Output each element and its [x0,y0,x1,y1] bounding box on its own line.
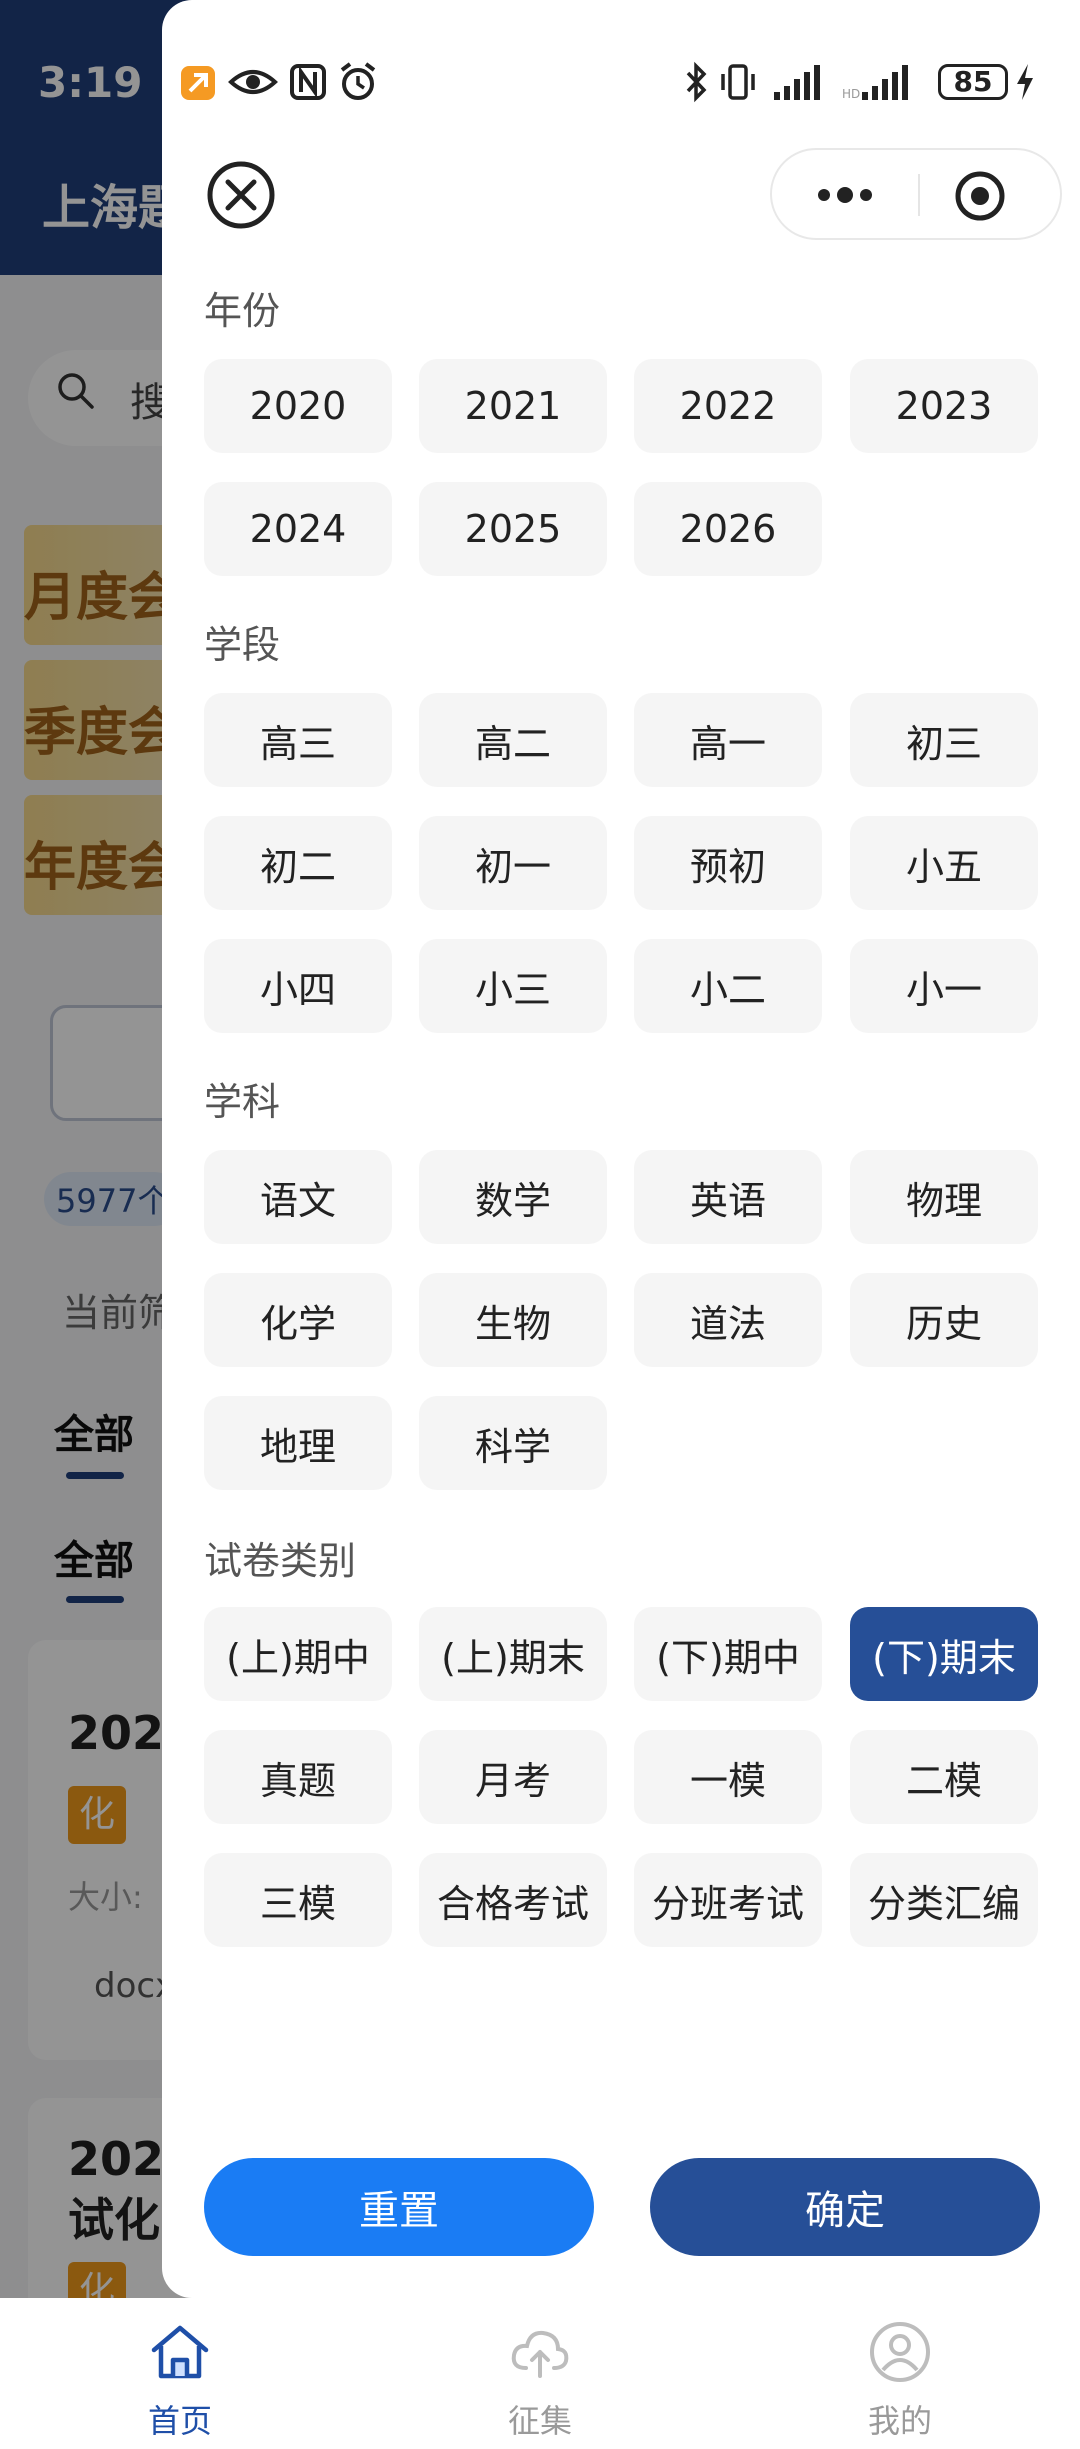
chip-type-mock-3[interactable]: 三模 [204,1853,392,1947]
nav-home[interactable]: 首页 [80,2298,280,2449]
nav-mine-label: 我的 [867,2402,932,2440]
chip-subject-english[interactable]: 英语 [634,1150,822,1244]
chip-grade-junior-1[interactable]: 初一 [419,816,607,910]
nav-mine[interactable]: 我的 [800,2298,1000,2449]
vibrate-icon [721,64,755,100]
svg-text:HD: HD [842,87,860,101]
eye-icon [228,70,278,94]
chip-year-2025[interactable]: 2025 [419,482,607,576]
chip-type-placement[interactable]: 分班考试 [634,1853,822,1947]
signal-icon [774,65,820,100]
reset-button[interactable]: 重置 [204,2158,594,2256]
chip-subject-ethics[interactable]: 道法 [634,1273,822,1367]
upload-cloud-icon [511,2330,569,2378]
app-notification-icon [181,66,215,100]
battery-indicator: 85 [938,64,1008,100]
nav-home-label: 首页 [147,2402,212,2440]
chip-year-2020[interactable]: 2020 [204,359,392,453]
bluetooth-icon [686,61,707,103]
chip-subject-science[interactable]: 科学 [419,1396,607,1490]
section-title-subject: 学科 [204,1080,281,1124]
target-icon[interactable] [954,170,1006,222]
nav-collect-label: 征集 [507,2402,572,2440]
chip-type-second-final[interactable]: (下)期末 [850,1607,1038,1701]
more-dots-icon[interactable] [810,172,880,218]
charging-icon [1017,64,1033,100]
capsule-divider [918,174,920,216]
filter-drawer: HD 85 年份 2020 2021 2022 2023 2024 2025 2… [162,0,1080,2298]
close-icon[interactable] [206,160,276,230]
chip-grade-senior-3[interactable]: 高三 [204,693,392,787]
chip-type-qualification[interactable]: 合格考试 [419,1853,607,1947]
chip-type-first-final[interactable]: (上)期末 [419,1607,607,1701]
nav-collect[interactable]: 征集 [440,2298,640,2449]
status-bar: HD 85 [162,60,1062,110]
chip-subject-geography[interactable]: 地理 [204,1396,392,1490]
chip-year-2023[interactable]: 2023 [850,359,1038,453]
user-icon [870,2322,930,2382]
confirm-button[interactable]: 确定 [650,2158,1040,2256]
section-title-grade: 学段 [204,623,281,667]
signal-2-icon: HD [842,65,908,101]
chip-grade-junior-2[interactable]: 初二 [204,816,392,910]
chip-year-2021[interactable]: 2021 [419,359,607,453]
chip-type-first-midterm[interactable]: (上)期中 [204,1607,392,1701]
chip-subject-physics[interactable]: 物理 [850,1150,1038,1244]
chip-grade-pre-junior[interactable]: 预初 [634,816,822,910]
home-icon [151,2325,209,2379]
alarm-icon [340,62,376,100]
chip-type-real-exam[interactable]: 真题 [204,1730,392,1824]
chip-year-2026[interactable]: 2026 [634,482,822,576]
chip-subject-biology[interactable]: 生物 [419,1273,607,1367]
chip-year-2022[interactable]: 2022 [634,359,822,453]
chip-type-mock-2[interactable]: 二模 [850,1730,1038,1824]
chip-grade-junior-3[interactable]: 初三 [850,693,1038,787]
chip-type-mock-1[interactable]: 一模 [634,1730,822,1824]
section-title-paper-type: 试卷类别 [204,1539,357,1583]
mini-program-capsule [770,148,1062,240]
chip-grade-primary-3[interactable]: 小三 [419,939,607,1033]
chip-subject-chemistry[interactable]: 化学 [204,1273,392,1367]
chip-subject-history[interactable]: 历史 [850,1273,1038,1367]
chip-type-second-midterm[interactable]: (下)期中 [634,1607,822,1701]
chip-grade-senior-2[interactable]: 高二 [419,693,607,787]
chip-grade-primary-4[interactable]: 小四 [204,939,392,1033]
nfc-icon [290,64,326,100]
chip-subject-chinese[interactable]: 语文 [204,1150,392,1244]
chip-grade-primary-1[interactable]: 小一 [850,939,1038,1033]
bottom-navigation: 首页 征集 我的 [0,2298,1080,2449]
chip-type-monthly[interactable]: 月考 [419,1730,607,1824]
chip-grade-primary-2[interactable]: 小二 [634,939,822,1033]
chip-subject-math[interactable]: 数学 [419,1150,607,1244]
chip-type-compilation[interactable]: 分类汇编 [850,1853,1038,1947]
chip-grade-senior-1[interactable]: 高一 [634,693,822,787]
section-title-year: 年份 [204,289,281,333]
chip-grade-primary-5[interactable]: 小五 [850,816,1038,910]
chip-year-2024[interactable]: 2024 [204,482,392,576]
